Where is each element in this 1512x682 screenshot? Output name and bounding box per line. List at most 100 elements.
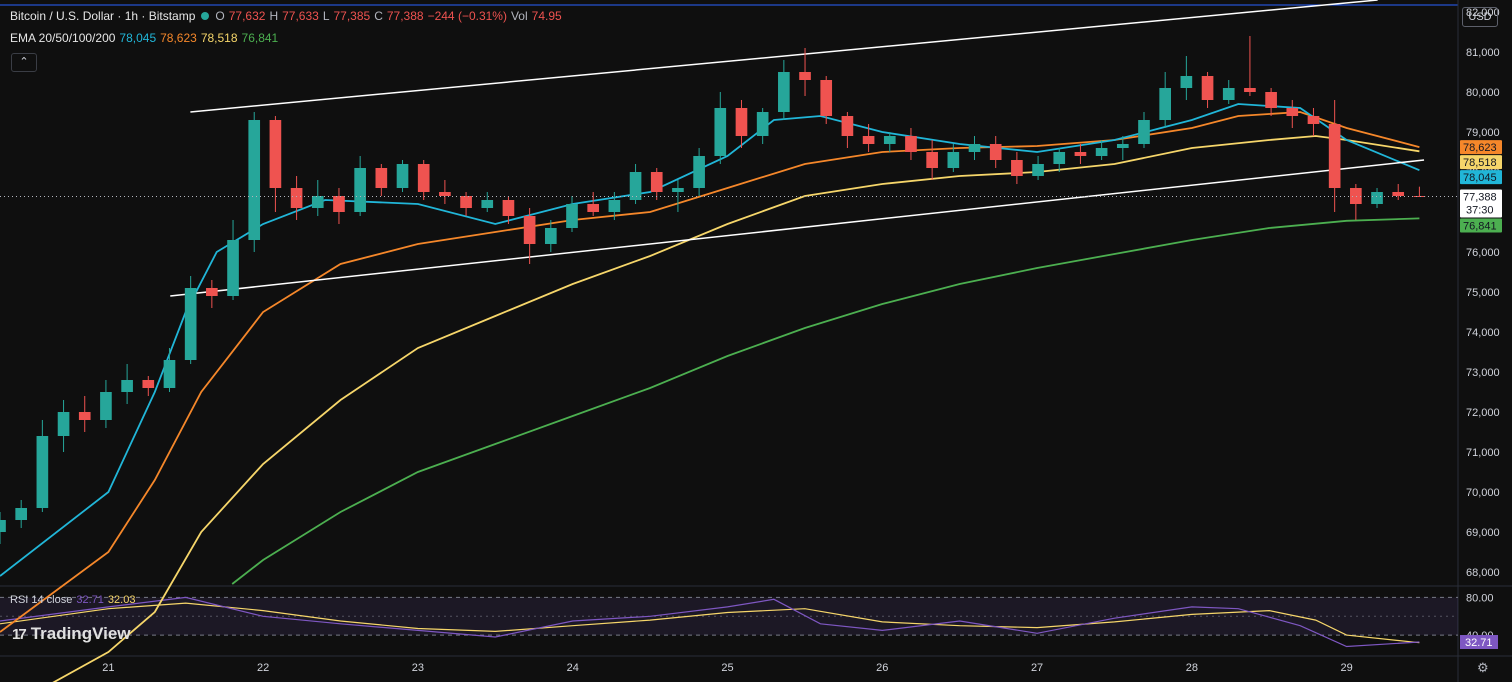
- time-tick-label: 23: [412, 662, 424, 674]
- time-tick-label: 29: [1341, 662, 1353, 674]
- candle-body: [1265, 92, 1277, 108]
- price-badge-label: 78,045: [1463, 172, 1497, 184]
- candle-body: [714, 108, 727, 156]
- open-value: 77,632: [228, 9, 266, 23]
- candle-body: [968, 144, 981, 152]
- candle-body: [375, 168, 388, 188]
- candle-body: [1307, 116, 1320, 124]
- candle: [248, 112, 261, 252]
- time-tick-label: 21: [102, 662, 114, 674]
- candle-body: [206, 288, 218, 296]
- change-value: −244 (−0.31%): [427, 9, 507, 23]
- candle-body: [523, 216, 536, 244]
- candle: [184, 276, 197, 364]
- price-chart[interactable]: 68,000 69,000 70,000 71,000 72,000 73,000 74,0…: [0, 0, 1512, 682]
- ema50-value: 78,623: [160, 31, 197, 45]
- candle-body: [417, 164, 430, 192]
- candle-body: [1095, 148, 1108, 156]
- rsi-current-label: 32.71: [1465, 637, 1493, 649]
- candle-body: [1201, 76, 1214, 100]
- candle-body: [841, 116, 854, 136]
- price-badge-label: 77,388: [1463, 191, 1497, 203]
- price-tick-label: 75,000: [1466, 287, 1500, 299]
- time-tick-label: 27: [1031, 662, 1043, 674]
- rsi-value: 32.71: [76, 594, 104, 606]
- candle-body: [163, 360, 176, 388]
- candle-body: [354, 168, 366, 212]
- tradingview-logo[interactable]: 17 TradingView: [12, 624, 131, 644]
- candle-body: [333, 196, 345, 212]
- candle-body: [481, 200, 494, 208]
- candle-body: [1244, 88, 1256, 92]
- candle-body: [1413, 196, 1426, 197]
- candle-body: [1032, 164, 1044, 176]
- price-tick-label: 68,000: [1466, 567, 1500, 579]
- candle-body: [1074, 152, 1087, 156]
- price-tick-label: 74,000: [1466, 327, 1500, 339]
- price-tick-label: 81,000: [1466, 47, 1500, 59]
- candle-body: [629, 172, 642, 200]
- settings-gear-icon[interactable]: ⚙: [1477, 660, 1489, 676]
- countdown-label: 37:30: [1466, 204, 1494, 216]
- candle-body: [502, 200, 515, 216]
- time-tick-label: 22: [257, 662, 269, 674]
- candle-body: [439, 192, 451, 196]
- candle-body: [650, 172, 663, 192]
- rsi-legend[interactable]: RSI 14 close 32.71 32.03: [10, 594, 135, 606]
- currency-button[interactable]: USD: [1462, 7, 1498, 27]
- candle-body: [566, 204, 578, 228]
- candle-body: [672, 188, 684, 192]
- candle-body: [1222, 88, 1235, 100]
- candle-body: [1116, 144, 1129, 148]
- price-badge-label: 78,623: [1463, 142, 1497, 154]
- candle-body: [248, 120, 261, 240]
- candle-body: [460, 196, 472, 208]
- candle-body: [142, 380, 155, 388]
- price-tick-label: 80,000: [1466, 87, 1500, 99]
- candle-body: [1286, 108, 1299, 116]
- candle-body: [693, 156, 705, 188]
- candle-body: [735, 108, 748, 136]
- time-tick-label: 26: [876, 662, 888, 674]
- tv-logo-icon: 17: [12, 625, 27, 643]
- candle-body: [608, 200, 621, 212]
- symbol-title[interactable]: Bitcoin / U.S. Dollar · 1h · Bitstamp: [10, 9, 195, 23]
- chart-background: [0, 0, 1512, 682]
- candle-body: [100, 392, 112, 420]
- candle-body: [290, 188, 303, 208]
- collapse-legend-button[interactable]: ⌃: [11, 53, 37, 72]
- ema20-value: 78,045: [119, 31, 157, 45]
- rsi-tick-label: 80.00: [1466, 592, 1494, 604]
- time-tick-label: 28: [1186, 662, 1198, 674]
- ema-legend[interactable]: EMA 20/50/100/200 78,045 78,623 78,518 7…: [10, 31, 278, 45]
- market-status-dot: [201, 12, 210, 20]
- candle-body: [1328, 124, 1341, 188]
- price-tick-label: 71,000: [1466, 447, 1500, 459]
- candle-body: [926, 152, 938, 168]
- price-tick-label: 73,000: [1466, 367, 1500, 379]
- candle-body: [78, 412, 91, 420]
- candle-body: [36, 436, 49, 508]
- ema200-value: 76,841: [241, 31, 279, 45]
- candle-body: [756, 112, 769, 136]
- volume-value: 74.95: [531, 9, 562, 23]
- candle-body: [396, 164, 409, 188]
- price-tick-label: 76,000: [1466, 247, 1500, 259]
- candle-body: [311, 196, 324, 208]
- candle-body: [15, 508, 28, 520]
- candle-body: [1159, 88, 1172, 120]
- candle-body: [1053, 152, 1066, 164]
- candle: [396, 160, 409, 192]
- candle-body: [883, 136, 896, 144]
- price-badge-label: 76,841: [1463, 220, 1497, 232]
- rsi-band: [0, 597, 1458, 636]
- candle-body: [544, 228, 557, 244]
- price-badge-label: 78,518: [1463, 157, 1497, 169]
- candle-body: [1011, 160, 1023, 176]
- candle-body: [57, 412, 70, 436]
- candle-body: [1350, 188, 1362, 204]
- candle-body: [778, 72, 790, 112]
- price-tick-label: 72,000: [1466, 407, 1500, 419]
- candle-body: [799, 72, 811, 80]
- candle-body: [587, 204, 600, 212]
